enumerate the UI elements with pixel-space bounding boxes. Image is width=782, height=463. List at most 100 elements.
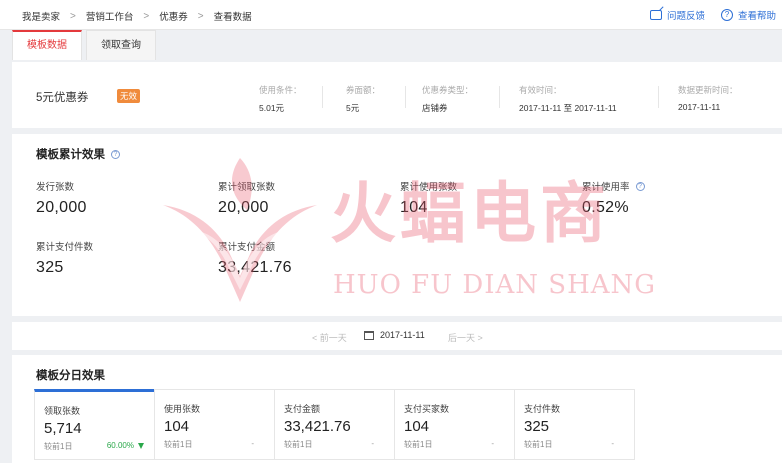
stat-label-text: 累计使用率	[582, 182, 630, 193]
divider	[405, 86, 406, 108]
daily-metric-paid-buyers[interactable]: 支付买家数 104 较前1日 -	[394, 389, 515, 460]
metric-label: 支付件数	[524, 404, 561, 414]
coupon-face-value-value: 5元	[346, 103, 360, 113]
divider	[322, 86, 323, 108]
coupon-valid-time: 有效时间： 2017-11-11 至 2017-11-11	[519, 84, 617, 114]
daily-metric-used[interactable]: 使用张数 104 较前1日 -	[154, 389, 275, 460]
stat-used: 累计使用张数 104	[400, 179, 457, 217]
metric-change-value: -	[371, 439, 374, 448]
stat-value: 0.52%	[582, 199, 629, 216]
breadcrumb-separator-icon: >	[197, 10, 204, 22]
date-navigator: < 前一天 2017-11-11 后一天 >	[12, 322, 782, 350]
stat-value: 325	[36, 259, 64, 276]
date-picker[interactable]: 2017-11-11	[364, 330, 425, 340]
divider	[499, 86, 500, 108]
metric-change-value: 60.00%	[106, 441, 134, 450]
coupon-valid-time-value: 2017-11-11 至 2017-11-11	[519, 103, 617, 113]
breadcrumb-item-coupon[interactable]: 优惠券	[159, 9, 188, 23]
metric-compare-label: 较前1日	[284, 440, 313, 449]
coupon-type: 优惠券类型： 店铺券	[422, 84, 473, 114]
coupon-update-time-label: 数据更新时间：	[678, 85, 738, 95]
stat-claimed: 累计领取张数 20,000	[218, 179, 275, 217]
breadcrumb: 我是卖家 > 营销工作台 > 优惠券 > 查看数据	[22, 9, 252, 24]
daily-metric-paid-items[interactable]: 支付件数 325 较前1日 -	[514, 389, 635, 460]
coupon-face-value-label: 券面额：	[346, 85, 381, 95]
stat-issued: 发行张数 20,000	[36, 179, 87, 217]
breadcrumb-separator-icon: >	[70, 10, 76, 22]
top-links: 问题反馈 ? 查看帮助	[634, 8, 776, 22]
coupon-type-label: 优惠券类型：	[422, 85, 474, 95]
metric-compare-label: 较前1日	[404, 440, 433, 449]
top-bar: 我是卖家 > 营销工作台 > 优惠券 > 查看数据 问题反馈 ? 查看帮助	[0, 0, 782, 30]
breadcrumb-separator-icon: >	[143, 10, 150, 22]
metric-label: 支付买家数	[404, 404, 450, 414]
stat-value: 33,421.76	[218, 259, 292, 276]
stat-label: 累计支付件数	[36, 242, 94, 253]
calendar-icon	[364, 330, 374, 340]
stat-label: 累计领取张数	[218, 182, 276, 193]
metric-value: 33,421.76	[284, 418, 351, 435]
daily-metric-claimed[interactable]: 领取张数 5,714 较前1日 60.00%	[34, 389, 155, 460]
daily-title: 模板分日效果	[36, 370, 105, 382]
stat-paid-items: 累计支付件数 325	[36, 239, 93, 277]
help-label: 查看帮助	[737, 11, 776, 22]
feedback-label: 问题反馈	[666, 11, 705, 22]
stat-label: 累计支付金额	[218, 242, 276, 253]
metric-change-value: -	[611, 439, 614, 448]
current-date: 2017-11-11	[380, 330, 425, 340]
question-circle-icon: ?	[720, 9, 733, 21]
metric-label: 领取张数	[44, 406, 81, 416]
stat-label: 累计使用张数	[400, 182, 458, 193]
metric-change-value: -	[251, 439, 254, 448]
coupon-info-panel: 5元优惠券 无效 使用条件： 5.01元 券面额： 5元 优惠券类型： 店铺券 …	[12, 62, 782, 128]
coupon-valid-time-label: 有效时间：	[519, 85, 562, 95]
coupon-condition: 使用条件： 5.01元	[259, 84, 302, 114]
metric-value: 104	[404, 418, 430, 435]
coupon-update-time-value: 2017-11-11	[678, 102, 721, 112]
metric-change-value: -	[491, 439, 494, 448]
cumulative-title: 模板累计效果 ?	[36, 146, 120, 162]
stat-usage-rate: 累计使用率 ? 0.52%	[582, 179, 645, 217]
cumulative-title-text: 模板累计效果	[36, 149, 105, 161]
coupon-condition-value: 5.01元	[259, 103, 285, 113]
coupon-type-value: 店铺券	[422, 103, 448, 113]
breadcrumb-item-seller[interactable]: 我是卖家	[22, 9, 60, 23]
metric-compare-label: 较前1日	[524, 440, 553, 449]
tab-template-data[interactable]: 模板数据	[12, 30, 82, 60]
status-badge: 无效	[117, 89, 141, 103]
stat-value: 104	[400, 199, 428, 216]
edit-feedback-icon	[649, 10, 662, 20]
metric-label: 支付金额	[284, 404, 321, 414]
stat-value: 20,000	[218, 199, 269, 216]
metric-change: 60.00%	[107, 441, 144, 450]
stat-paid-amount: 累计支付金额 33,421.76	[218, 239, 292, 277]
question-circle-icon[interactable]: ?	[111, 149, 120, 159]
coupon-condition-label: 使用条件：	[259, 85, 302, 95]
divider	[658, 86, 659, 108]
breadcrumb-item-marketing[interactable]: 营销工作台	[86, 9, 134, 23]
breadcrumb-item-current: 查看数据	[213, 12, 252, 23]
tab-claim-query[interactable]: 领取查询	[86, 30, 156, 60]
stat-label: 累计使用率 ?	[582, 179, 645, 193]
tab-bar: 模板数据 领取查询	[12, 30, 160, 60]
metric-value: 5,714	[44, 420, 82, 437]
stat-label: 发行张数	[36, 182, 75, 193]
metric-value: 104	[164, 418, 190, 435]
prev-day-button[interactable]: < 前一天	[312, 331, 347, 344]
metric-compare-label: 较前1日	[164, 440, 193, 449]
metric-value: 325	[524, 418, 550, 435]
daily-metric-paid-amount[interactable]: 支付金额 33,421.76 较前1日 -	[274, 389, 395, 460]
question-circle-icon[interactable]: ?	[635, 181, 645, 191]
metric-label: 使用张数	[164, 404, 201, 414]
daily-metrics: 领取张数 5,714 较前1日 60.00% 使用张数 104 较前1日 - 支…	[34, 389, 635, 460]
help-link[interactable]: ? 查看帮助	[720, 8, 776, 22]
cumulative-effect-panel: 模板累计效果 ? 发行张数 20,000 累计领取张数 20,000 累计使用张…	[12, 134, 782, 316]
arrow-down-icon	[138, 442, 144, 449]
coupon-face-value: 券面额： 5元	[346, 84, 380, 114]
feedback-link[interactable]: 问题反馈	[649, 8, 705, 22]
coupon-name: 5元优惠券	[36, 92, 89, 104]
next-day-button[interactable]: 后一天 >	[448, 331, 483, 344]
metric-compare-label: 较前1日	[44, 442, 73, 451]
stat-value: 20,000	[36, 199, 87, 216]
coupon-update-time: 数据更新时间： 2017-11-11	[678, 84, 738, 112]
